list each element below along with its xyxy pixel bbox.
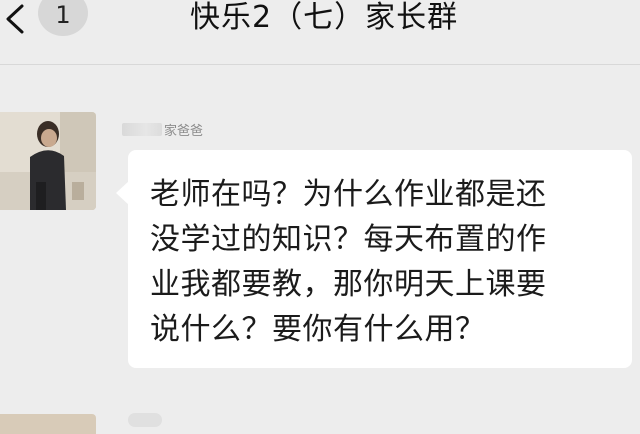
message-line: 老师在吗？为什么作业都是还: [150, 177, 547, 212]
avatar[interactable]: [0, 112, 96, 210]
sender-name: 家爸爸: [122, 120, 204, 139]
chevron-left-icon[interactable]: [2, 2, 30, 36]
message-line: 没学过的知识？每天布置的作: [150, 222, 547, 257]
unread-count-badge[interactable]: 1: [38, 0, 88, 36]
masked-name-block: [122, 123, 162, 136]
message-line: 说什么？要你有什么用？: [150, 312, 486, 347]
next-message-avatar[interactable]: [0, 414, 96, 434]
message-line: 业我都要教，那你明天上课要: [150, 267, 547, 302]
message-bubble[interactable]: 老师在吗？为什么作业都是还 没学过的知识？每天布置的作 业我都要教，那你明天上课…: [128, 150, 632, 368]
sender-name-suffix: 家爸爸: [164, 124, 204, 139]
chat-header: 1 快乐2（七）家长群: [0, 0, 640, 65]
chat-title: 快乐2（七）家长群: [190, 0, 459, 35]
user-photo-icon: [0, 112, 96, 210]
